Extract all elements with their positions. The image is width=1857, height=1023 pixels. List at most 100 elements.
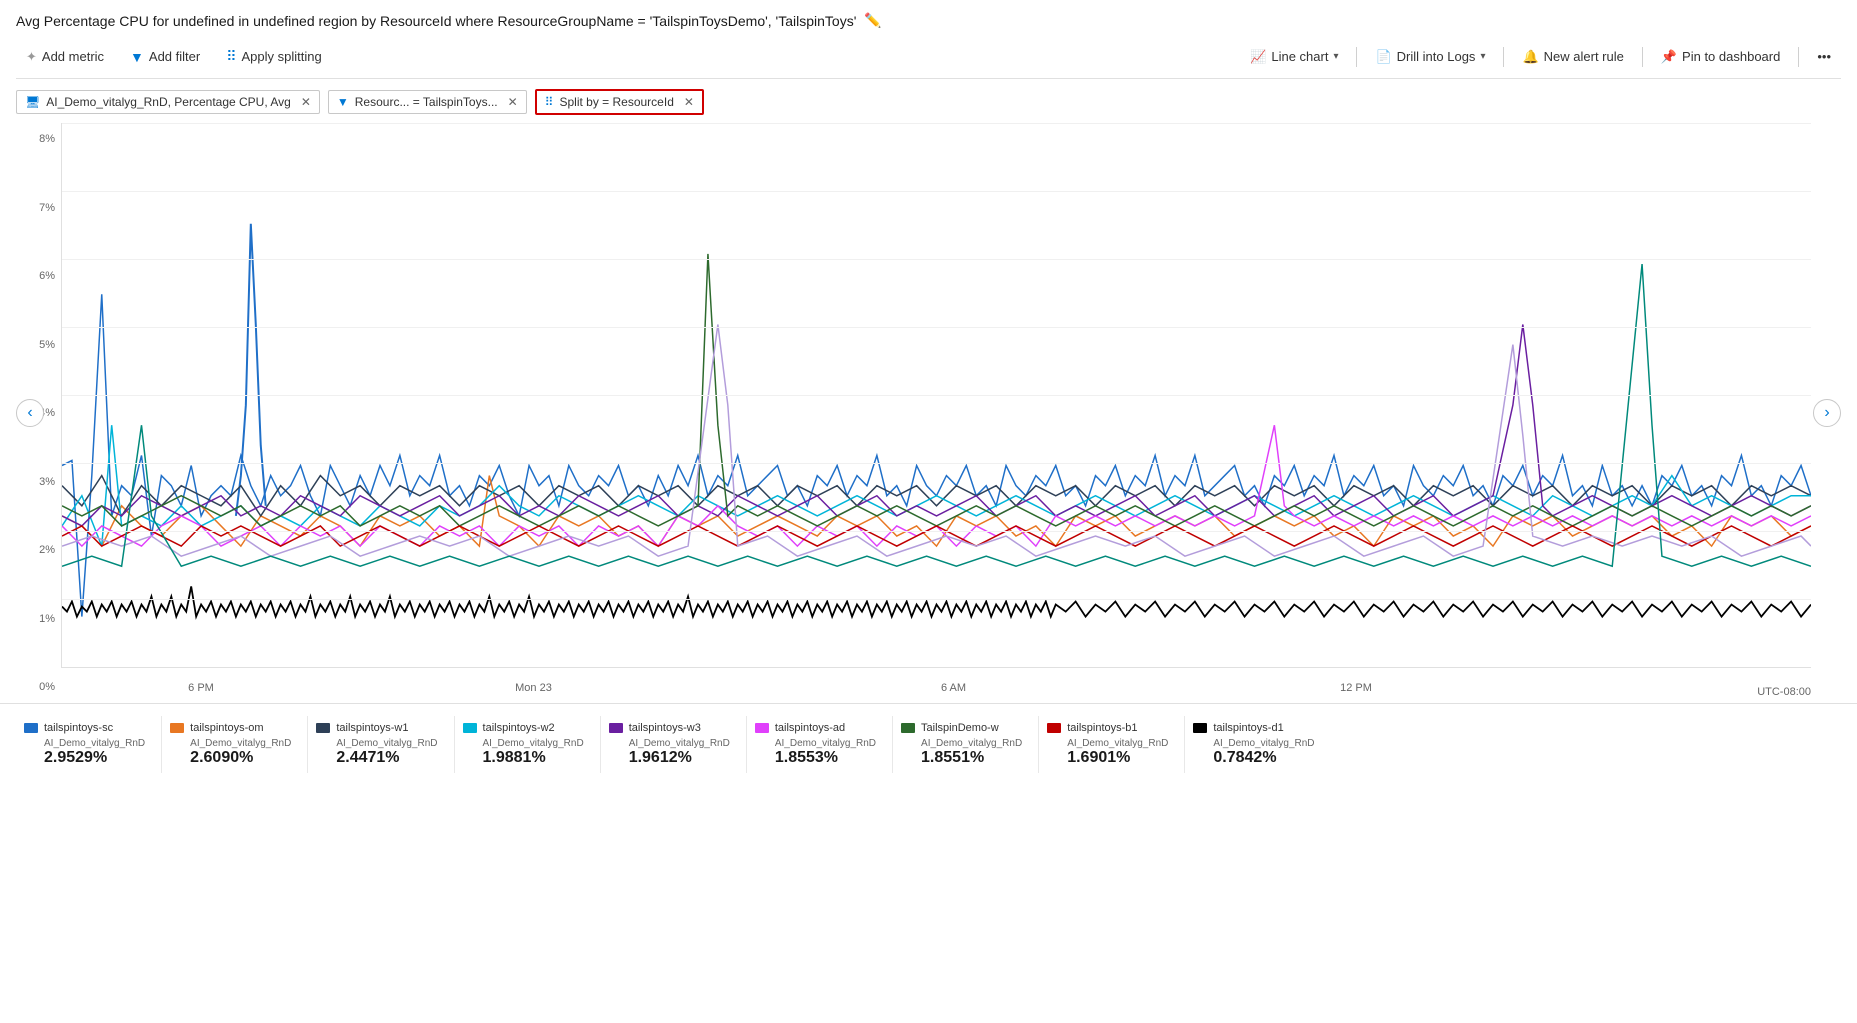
chart-container: ‹ 8% 7% 6% 5% 4% 3% 2% 1% 0%: [16, 123, 1841, 703]
line-chart-button[interactable]: 📈 Line chart ▾: [1240, 44, 1348, 70]
metric-tag-icon: 🖥: [25, 95, 40, 109]
x-label-12pm: 12 PM: [1340, 682, 1372, 694]
page-title: Avg Percentage CPU for undefined in unde…: [16, 13, 856, 29]
filter-tag-icon: ▼: [337, 95, 349, 109]
legend-color-7: [1047, 723, 1061, 733]
chart-nav-right[interactable]: ›: [1813, 399, 1841, 427]
toolbar: ✦ Add metric ▼ Add filter ⠿ Apply splitt…: [16, 39, 1841, 79]
legend-value-2: 2.4471%: [336, 749, 437, 767]
legend-name-1: tailspintoys-om: [190, 722, 263, 734]
line-chart-icon: 📈: [1250, 49, 1266, 65]
legend-item-2[interactable]: tailspintoys-w1 AI_Demo_vitalyg_RnD 2.44…: [308, 716, 454, 773]
legend-item-4[interactable]: tailspintoys-w3 AI_Demo_vitalyg_RnD 1.96…: [601, 716, 747, 773]
metric-tag[interactable]: 🖥 AI_Demo_vitalyg_RnD, Percentage CPU, A…: [16, 90, 320, 114]
toolbar-divider: [1356, 47, 1357, 67]
legend-color-6: [901, 723, 915, 733]
toolbar-divider2: [1503, 47, 1504, 67]
legend-value-4: 1.9612%: [629, 749, 730, 767]
grid-line-1: [62, 599, 1811, 600]
legend-sub-4: AI_Demo_vitalyg_RnD: [629, 738, 730, 749]
legend-name-3: tailspintoys-w2: [483, 722, 555, 734]
legend-sub-5: AI_Demo_vitalyg_RnD: [775, 738, 876, 749]
grid-line-3: [62, 463, 1811, 464]
grid-line-5: [62, 327, 1811, 328]
y-label-6: 6%: [16, 270, 61, 282]
pin-to-dashboard-button[interactable]: 📌 Pin to dashboard: [1651, 44, 1790, 70]
legend-sub-8: AI_Demo_vitalyg_RnD: [1213, 738, 1314, 749]
grid-line-2: [62, 531, 1811, 532]
toolbar-divider3: [1642, 47, 1643, 67]
drill-into-logs-button[interactable]: 📄 Drill into Logs ▾: [1365, 44, 1495, 70]
alert-icon: 🔔: [1522, 49, 1538, 65]
legend-color-4: [609, 723, 623, 733]
split-tag[interactable]: ⠿ Split by = ResourceId ✕: [535, 89, 704, 115]
legend-value-5: 1.8553%: [775, 749, 876, 767]
legend-name-6: TailspinDemo-w: [921, 722, 999, 734]
split-tag-remove[interactable]: ✕: [684, 95, 694, 109]
legend-color-1: [170, 723, 184, 733]
legend-name-4: tailspintoys-w3: [629, 722, 701, 734]
legend-sub-7: AI_Demo_vitalyg_RnD: [1067, 738, 1168, 749]
apply-splitting-button[interactable]: ⠿ Apply splitting: [216, 43, 331, 70]
y-label-3: 3%: [16, 476, 61, 488]
metric-tag-remove[interactable]: ✕: [301, 95, 311, 109]
y-label-8: 8%: [16, 133, 61, 145]
legend-sub-3: AI_Demo_vitalyg_RnD: [483, 738, 584, 749]
split-tag-label: Split by = ResourceId: [559, 95, 673, 109]
chart-nav-left[interactable]: ‹: [16, 399, 44, 427]
legend-item-0[interactable]: tailspintoys-sc AI_Demo_vitalyg_RnD 2.95…: [16, 716, 162, 773]
add-metric-button[interactable]: ✦ Add metric: [16, 44, 114, 70]
legend-color-5: [755, 723, 769, 733]
legend-sub-2: AI_Demo_vitalyg_RnD: [336, 738, 437, 749]
more-options-button[interactable]: •••: [1807, 44, 1841, 69]
legend-value-6: 1.8551%: [921, 749, 1022, 767]
x-label-6pm: 6 PM: [188, 682, 214, 694]
legend-name-8: tailspintoys-d1: [1213, 722, 1283, 734]
grid-line-4: [62, 395, 1811, 396]
y-label-1: 1%: [16, 613, 61, 625]
grid-line-8: [62, 123, 1811, 124]
legend-name-5: tailspintoys-ad: [775, 722, 845, 734]
toolbar-left: ✦ Add metric ▼ Add filter ⠿ Apply splitt…: [16, 43, 332, 70]
legend-item-1[interactable]: tailspintoys-om AI_Demo_vitalyg_RnD 2.60…: [162, 716, 308, 773]
x-label-mon23: Mon 23: [515, 682, 552, 694]
timezone-label: UTC-08:00: [1757, 686, 1811, 698]
legend-color-3: [463, 723, 477, 733]
split-tag-icon: ⠿: [545, 95, 554, 109]
legend-color-0: [24, 723, 38, 733]
y-label-0: 0%: [16, 681, 61, 693]
legend-item-6[interactable]: TailspinDemo-w AI_Demo_vitalyg_RnD 1.855…: [893, 716, 1039, 773]
add-filter-button[interactable]: ▼ Add filter: [120, 44, 210, 70]
grid-line-6: [62, 259, 1811, 260]
filter-tag-remove[interactable]: ✕: [508, 95, 518, 109]
legend-item-3[interactable]: tailspintoys-w2 AI_Demo_vitalyg_RnD 1.98…: [455, 716, 601, 773]
drill-logs-chevron: ▾: [1480, 51, 1485, 62]
legend-value-1: 2.6090%: [190, 749, 291, 767]
legend-sub-1: AI_Demo_vitalyg_RnD: [190, 738, 291, 749]
filter-tag[interactable]: ▼ Resourc... = TailspinToys... ✕: [328, 90, 527, 114]
pin-icon: 📌: [1661, 49, 1677, 65]
y-label-7: 7%: [16, 202, 61, 214]
edit-icon[interactable]: ✏️: [864, 12, 881, 29]
metric-tag-label: AI_Demo_vitalyg_RnD, Percentage CPU, Avg: [46, 95, 291, 109]
legend-color-8: [1193, 723, 1207, 733]
legend-sub-6: AI_Demo_vitalyg_RnD: [921, 738, 1022, 749]
legend-item-5[interactable]: tailspintoys-ad AI_Demo_vitalyg_RnD 1.85…: [747, 716, 893, 773]
legend-item-8[interactable]: tailspintoys-d1 AI_Demo_vitalyg_RnD 0.78…: [1185, 716, 1330, 773]
new-alert-rule-button[interactable]: 🔔 New alert rule: [1512, 44, 1633, 70]
legend-color-2: [316, 723, 330, 733]
legend-item-7[interactable]: tailspintoys-b1 AI_Demo_vitalyg_RnD 1.69…: [1039, 716, 1185, 773]
legend: tailspintoys-sc AI_Demo_vitalyg_RnD 2.95…: [0, 703, 1857, 785]
line-chart-chevron: ▾: [1333, 51, 1338, 62]
legend-value-7: 1.6901%: [1067, 749, 1168, 767]
y-label-5: 5%: [16, 339, 61, 351]
legend-value-0: 2.9529%: [44, 749, 145, 767]
chart-area: ‹ 8% 7% 6% 5% 4% 3% 2% 1% 0%: [0, 123, 1857, 703]
drill-logs-icon: 📄: [1375, 49, 1391, 65]
grid-line-7: [62, 191, 1811, 192]
x-axis: 6 PM Mon 23 6 AM 12 PM: [61, 673, 1811, 703]
toolbar-right: 📈 Line chart ▾ 📄 Drill into Logs ▾ 🔔 New…: [1240, 44, 1841, 70]
legend-name-2: tailspintoys-w1: [336, 722, 408, 734]
legend-value-8: 0.7842%: [1213, 749, 1314, 767]
add-metric-icon: ✦: [26, 49, 37, 65]
